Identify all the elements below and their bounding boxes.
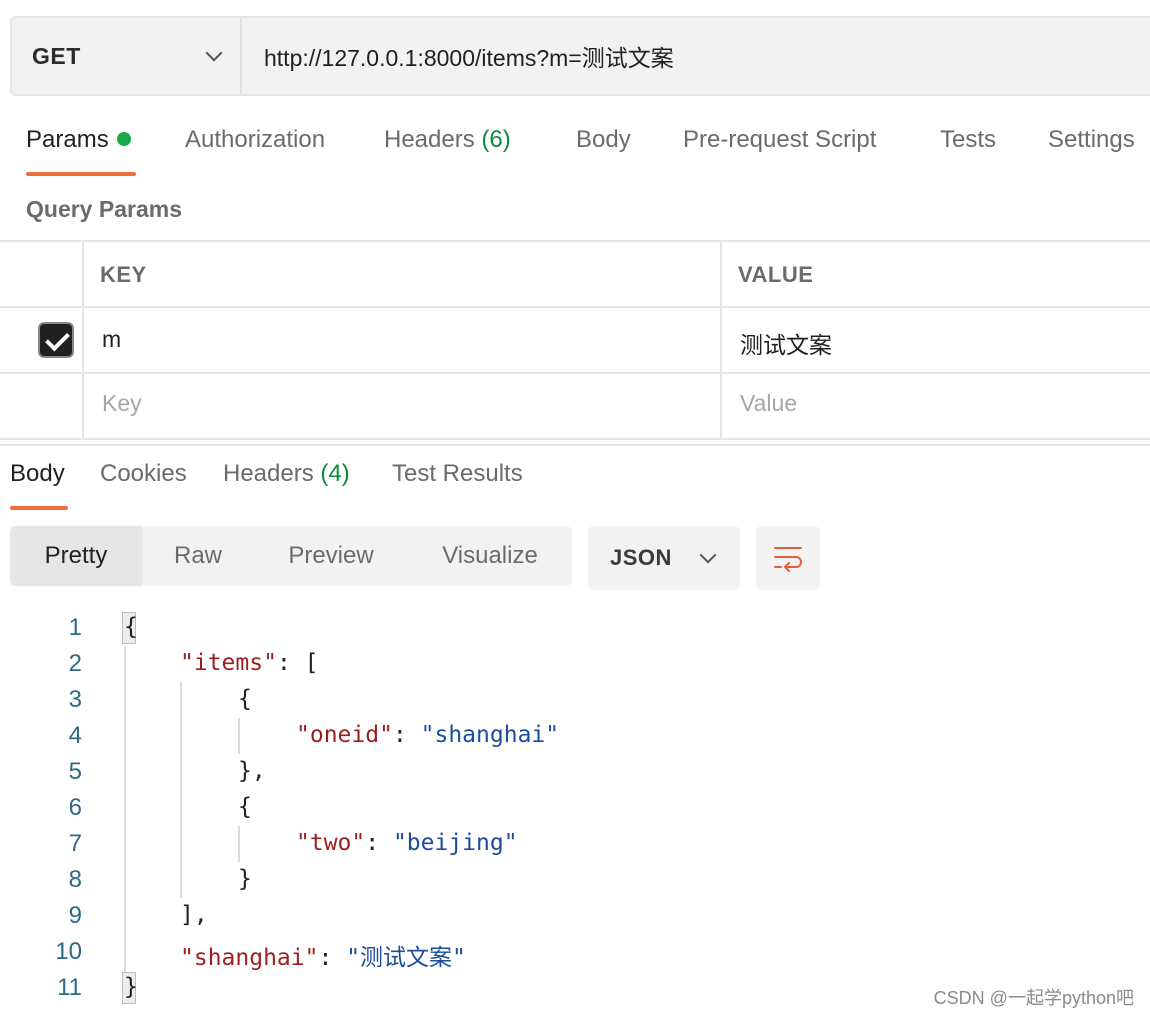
tab-headers[interactable]: Headers (6): [384, 126, 511, 154]
view-mode-selector: Pretty Raw Preview Visualize: [10, 526, 572, 586]
tab-params[interactable]: Params: [26, 126, 131, 154]
code-line: 10 "shanghai": "测试文案": [0, 934, 1150, 972]
code-line: 4 "oneid": "shanghai": [0, 718, 1150, 754]
tab-params-label: Params: [26, 126, 109, 153]
method-select[interactable]: GET: [12, 18, 242, 94]
tab-headers-label: Headers: [384, 126, 475, 153]
tab-response-headers-label: Headers: [223, 460, 314, 487]
code-line: 7 "two": "beijing": [0, 826, 1150, 862]
column-header-key: KEY: [100, 262, 147, 287]
wrap-lines-icon: [774, 547, 802, 572]
json-punct: :: [365, 830, 393, 856]
line-number: 7: [68, 830, 82, 857]
wrap-lines-button[interactable]: [756, 526, 820, 590]
tab-prerequest-script[interactable]: Pre-request Script: [683, 126, 876, 154]
response-tabs: Body Cookies Headers (4) Test Results: [0, 454, 1150, 512]
json-string: "beijing": [392, 830, 518, 856]
headers-count: (6): [481, 126, 511, 153]
code-text: {: [238, 686, 252, 712]
line-number: 2: [68, 650, 82, 677]
params-active-dot: [116, 131, 131, 146]
code-line: 1 {: [0, 610, 1150, 646]
param-enabled-checkbox[interactable]: [38, 322, 74, 358]
json-punct: :: [318, 945, 347, 971]
code-line: 8 }: [0, 862, 1150, 898]
code-text: }: [124, 974, 138, 1000]
tab-authorization[interactable]: Authorization: [185, 126, 325, 154]
json-key: "shanghai": [180, 945, 319, 971]
view-mode-preview[interactable]: Preview: [254, 526, 408, 586]
line-number: 10: [55, 938, 82, 965]
query-params-title: Query Params: [26, 196, 182, 222]
line-number: 5: [68, 758, 82, 785]
code-text: "items": [: [180, 650, 318, 676]
table-border: [0, 240, 1150, 242]
tab-test-results[interactable]: Test Results: [392, 460, 523, 488]
line-number: 6: [68, 794, 82, 821]
code-text: "shanghai": "测试文案": [180, 938, 466, 972]
tab-body[interactable]: Body: [576, 126, 631, 154]
json-punct: :: [392, 722, 421, 748]
line-number: 4: [68, 722, 82, 749]
json-key: "items": [180, 650, 277, 676]
code-text: "two": "beijing": [296, 830, 518, 856]
new-value-input[interactable]: Value: [740, 390, 797, 417]
tab-tests[interactable]: Tests: [940, 126, 996, 154]
line-number: 3: [68, 686, 82, 713]
code-text: },: [238, 758, 266, 784]
json-key: "oneid": [296, 722, 393, 748]
response-headers-count: (4): [320, 460, 350, 487]
format-select[interactable]: JSON: [588, 526, 740, 590]
tab-cookies[interactable]: Cookies: [100, 460, 187, 488]
tab-active-underline: [26, 172, 136, 176]
new-key-input[interactable]: Key: [102, 390, 142, 417]
json-key: "two": [296, 830, 366, 856]
tab-settings[interactable]: Settings: [1048, 126, 1135, 154]
code-line: 5 },: [0, 754, 1150, 790]
code-line: 6 {: [0, 790, 1150, 826]
json-string: "测试文案": [346, 945, 466, 971]
tab-active-underline: [10, 506, 68, 510]
tab-response-headers[interactable]: Headers (4): [223, 460, 350, 488]
view-mode-pretty[interactable]: Pretty: [10, 526, 142, 586]
json-punct: : [: [276, 650, 319, 676]
table-border: [0, 438, 1150, 440]
method-label: GET: [32, 42, 81, 69]
chevron-down-icon: [700, 551, 714, 565]
table-column-divider: [82, 240, 84, 438]
column-header-value: VALUE: [738, 262, 814, 287]
tab-response-body[interactable]: Body: [10, 460, 65, 488]
view-mode-raw[interactable]: Raw: [142, 526, 254, 586]
table-column-divider: [720, 240, 722, 438]
param-key-cell[interactable]: m: [102, 326, 121, 353]
code-text: "oneid": "shanghai": [296, 722, 559, 748]
code-line: 9 ],: [0, 898, 1150, 934]
watermark: CSDN @一起学python吧: [933, 988, 1134, 1008]
code-line: 2 "items": [: [0, 646, 1150, 682]
response-body-editor[interactable]: 1 { 2 "items": [ 3 { 4 "oneid": "shangha…: [0, 610, 1150, 1010]
pane-divider[interactable]: [0, 444, 1150, 446]
request-bar: GET http://127.0.0.1:8000/items?m=测试文案: [10, 16, 1150, 96]
format-label: JSON: [610, 545, 672, 570]
params-table: KEY VALUE m 测试文案 Key Value: [0, 240, 1150, 440]
request-tabs: Params Authorization Headers (6) Body Pr…: [0, 120, 1150, 178]
code-text: {: [124, 614, 138, 640]
table-border: [0, 306, 1150, 308]
code-line: 3 {: [0, 682, 1150, 718]
line-number: 11: [57, 974, 82, 1001]
chevron-down-icon: [206, 49, 220, 63]
json-string: "shanghai": [420, 722, 560, 748]
code-text: }: [238, 866, 252, 892]
line-number: 1: [68, 614, 82, 641]
table-border: [0, 372, 1150, 374]
code-text: {: [238, 794, 252, 820]
param-value-cell[interactable]: 测试文案: [740, 326, 832, 360]
view-mode-visualize[interactable]: Visualize: [408, 526, 572, 586]
code-text: ],: [180, 902, 208, 928]
url-input[interactable]: http://127.0.0.1:8000/items?m=测试文案: [242, 18, 1150, 94]
line-number: 9: [68, 902, 82, 929]
line-number: 8: [68, 866, 82, 893]
